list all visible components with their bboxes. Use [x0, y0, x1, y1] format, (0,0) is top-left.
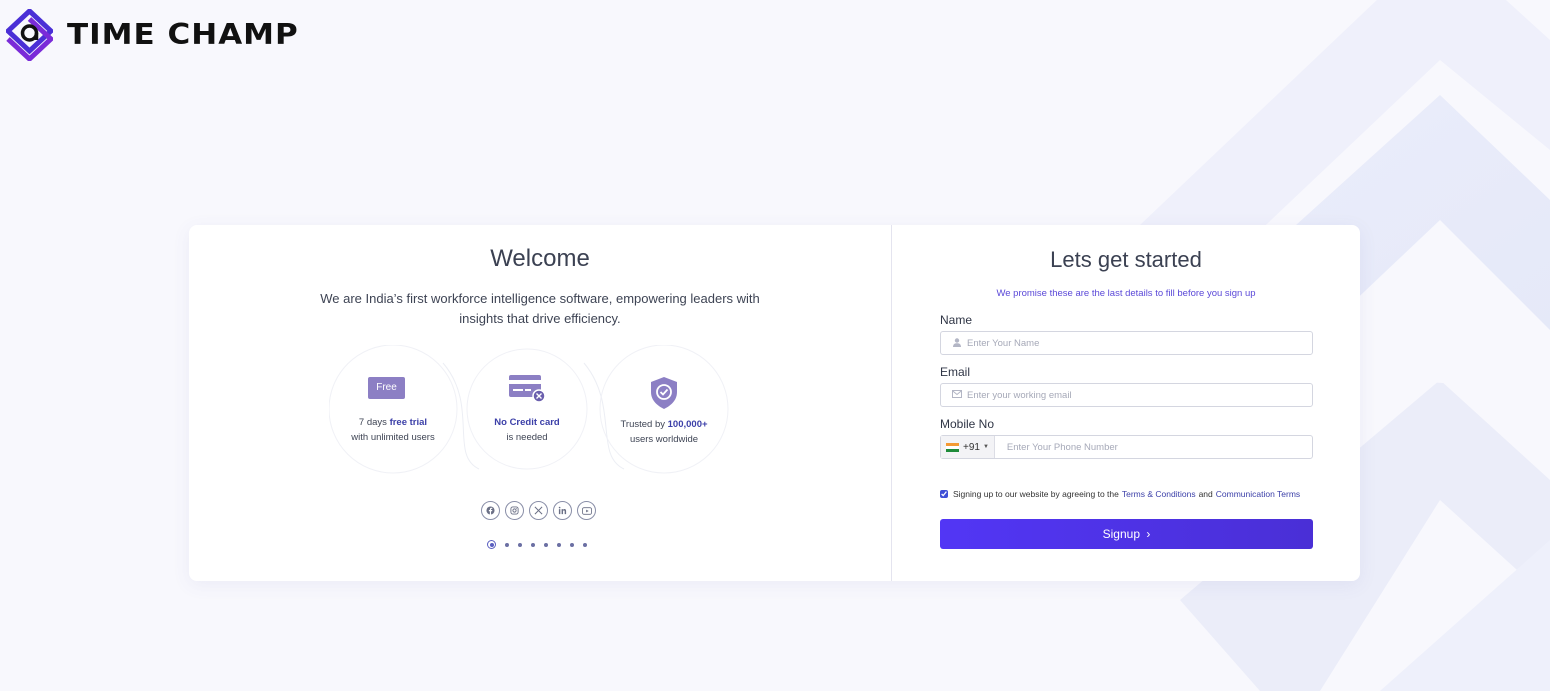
facebook-icon[interactable]	[481, 501, 500, 520]
feature-trusted-text: Trusted by 100,000+ users worldwide	[600, 417, 728, 447]
feature-text-bold: No Credit card	[494, 417, 560, 428]
terms-row: Signing up to our website by agreeing to…	[940, 489, 1303, 499]
user-icon	[951, 337, 963, 349]
carousel-dots	[487, 540, 587, 549]
email-field	[940, 383, 1313, 407]
feature-no-credit-card: No Credit card is needed	[463, 345, 591, 473]
mobile-field: +91 ▼	[940, 435, 1313, 459]
form-subtitle: We promise these are the last details to…	[996, 288, 1256, 299]
terms-conditions-link[interactable]: Terms & Conditions	[1122, 489, 1196, 499]
carousel-dot[interactable]	[505, 542, 509, 547]
carousel-dot[interactable]	[544, 542, 548, 547]
email-label: Email	[940, 365, 971, 379]
welcome-tagline: We are India’s first workforce intellige…	[320, 291, 760, 326]
feature-text-line2: is needed	[506, 432, 548, 443]
communication-terms-link[interactable]: Communication Terms	[1216, 489, 1300, 499]
social-links	[481, 501, 596, 520]
brand-logo[interactable]: TIME CHAMP	[6, 9, 299, 61]
name-input[interactable]	[967, 337, 1312, 349]
welcome-panel: Welcome We are India’s first workforce i…	[189, 225, 892, 581]
feature-text-bold: 100,000+	[667, 419, 708, 430]
instagram-icon[interactable]	[505, 501, 524, 520]
carousel-dot[interactable]	[557, 542, 561, 547]
terms-text: Signing up to our website by agreeing to…	[953, 489, 1119, 499]
chevron-down-icon: ▼	[982, 444, 989, 450]
youtube-icon[interactable]	[577, 501, 596, 520]
linkedin-icon[interactable]	[553, 501, 572, 520]
signup-form-panel: Lets get started We promise these are th…	[892, 225, 1360, 581]
brand-name: TIME CHAMP	[67, 18, 299, 52]
signup-button-label: Signup	[1102, 527, 1141, 541]
terms-and-text: and	[1198, 489, 1213, 499]
feature-text-prefix: Trusted by	[620, 419, 668, 430]
terms-checkbox[interactable]	[940, 490, 948, 498]
form-title: Lets get started	[1050, 247, 1202, 272]
welcome-title: Welcome	[490, 245, 590, 272]
carousel-dot-active[interactable]	[487, 540, 496, 549]
feature-trusted: Trusted by 100,000+ users worldwide	[600, 345, 728, 473]
feature-no-credit-card-text: No Credit card is needed	[463, 415, 591, 445]
time-champ-logo-icon	[6, 9, 53, 61]
email-input[interactable]	[967, 389, 1312, 401]
shield-check-icon	[651, 377, 677, 409]
feature-free-trial-text: 7 days free trial with unlimited users	[329, 415, 457, 445]
chevron-right-icon: ›	[1146, 527, 1151, 541]
india-flag-icon	[946, 442, 959, 452]
country-code-select[interactable]: +91 ▼	[941, 436, 995, 458]
feature-text-prefix: 7 days	[358, 417, 390, 428]
country-code: +91	[963, 441, 980, 453]
phone-input[interactable]	[1006, 441, 1312, 453]
signup-button[interactable]: Signup ›	[940, 519, 1313, 549]
credit-card-icon	[509, 375, 546, 403]
name-field	[940, 331, 1313, 355]
mobile-label: Mobile No	[940, 417, 995, 431]
feature-text-line2: users worldwide	[629, 434, 699, 445]
free-badge: Free	[368, 377, 405, 399]
feature-text-line2: with unlimited users	[351, 432, 435, 443]
feature-highlights: Free 7 days free trial with unlimited us…	[329, 345, 749, 485]
name-label: Name	[940, 313, 973, 327]
carousel-dot[interactable]	[570, 542, 574, 547]
envelope-icon	[951, 390, 963, 400]
feature-text-bold: free trial	[389, 417, 428, 428]
carousel-dot[interactable]	[583, 542, 587, 547]
carousel-dot[interactable]	[531, 542, 535, 547]
signup-card: Welcome We are India’s first workforce i…	[189, 225, 1360, 581]
feature-free-trial: Free 7 days free trial with unlimited us…	[329, 345, 457, 473]
carousel-dot[interactable]	[518, 542, 522, 547]
x-icon[interactable]	[529, 501, 548, 520]
